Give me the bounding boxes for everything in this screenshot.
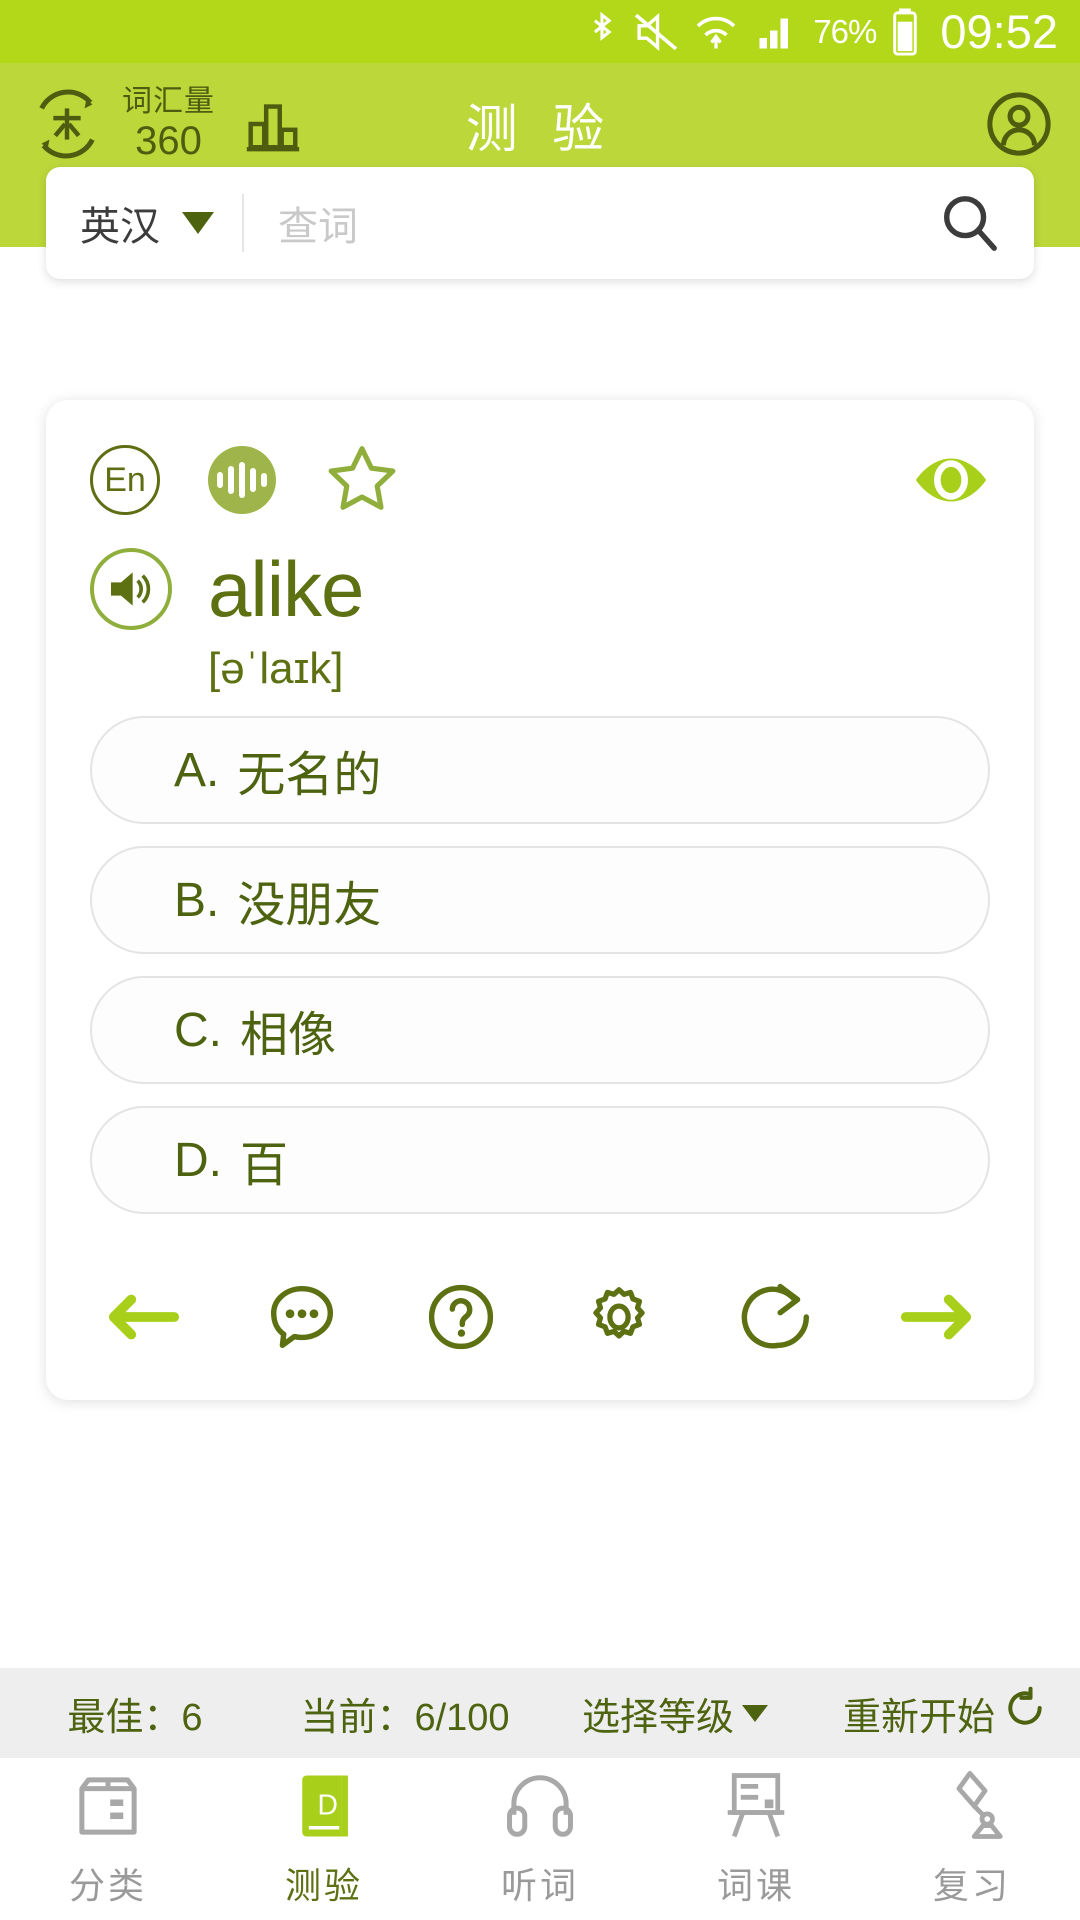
language-selector[interactable]: 英汉 xyxy=(46,194,244,252)
vocabulary-count: 360 xyxy=(135,119,202,163)
search-bar[interactable]: 英汉 查词 xyxy=(46,167,1034,279)
option-a[interactable]: A. 无名的 xyxy=(90,716,990,824)
restart-label: 重新开始 xyxy=(842,1696,995,1739)
nav-label-quiz: 测验 xyxy=(284,1865,363,1906)
sidebar-item-lessons[interactable]: 词课 xyxy=(648,1769,864,1909)
sidebar-item-review[interactable]: 复习 xyxy=(864,1769,1080,1909)
eye-icon[interactable] xyxy=(912,453,990,507)
option-a-text: 无名的 xyxy=(237,749,382,802)
wifi-icon xyxy=(693,11,739,53)
headphones-icon xyxy=(503,1769,577,1843)
option-c[interactable]: C. 相像 xyxy=(90,976,990,1084)
waveform-icon[interactable] xyxy=(208,446,276,514)
quiz-word: alike xyxy=(208,545,364,633)
star-outline-icon[interactable] xyxy=(324,442,400,518)
current-score-text: 当前：6/100 xyxy=(300,1696,510,1739)
option-d[interactable]: D. 百 xyxy=(90,1106,990,1214)
easel-icon xyxy=(719,1769,793,1843)
word-row: alike xyxy=(90,548,990,630)
battery-icon xyxy=(890,7,920,57)
speaker-icon[interactable] xyxy=(90,548,172,630)
option-b[interactable]: B. 没朋友 xyxy=(90,846,990,954)
quiz-book-icon: D xyxy=(287,1769,361,1843)
option-d-key: D. xyxy=(174,1133,222,1187)
card-action-toolbar xyxy=(90,1258,990,1374)
app-logo-icon[interactable] xyxy=(28,85,106,163)
quiz-card: En alike [əˈlaɪk] A. 无名的 B. 没朋友 C. 相像 D.… xyxy=(46,400,1034,1400)
svg-text:D: D xyxy=(317,1789,337,1821)
nav-label-listening: 听词 xyxy=(500,1865,579,1906)
bar-chart-icon[interactable] xyxy=(241,93,303,155)
share-icon[interactable] xyxy=(739,1278,817,1356)
next-arrow-icon[interactable] xyxy=(898,1278,976,1356)
restart-button[interactable]: 重新开始 xyxy=(810,1686,1080,1741)
bluetooth-icon xyxy=(585,10,619,54)
desk-lamp-icon xyxy=(935,1769,1009,1843)
best-score-text: 最佳：6 xyxy=(67,1696,203,1739)
battery-percent: 76% xyxy=(813,12,877,50)
vocabulary-counter[interactable]: 词汇量 360 xyxy=(122,85,215,163)
sidebar-item-quiz[interactable]: D 测验 xyxy=(216,1769,432,1909)
phonetic-transcription: [əˈlaɪk] xyxy=(208,644,344,693)
current-score: 当前：6/100 xyxy=(270,1686,540,1741)
best-score: 最佳：6 xyxy=(0,1686,270,1741)
vocabulary-label: 词汇量 xyxy=(122,85,215,118)
help-icon[interactable] xyxy=(422,1278,500,1356)
mute-icon xyxy=(633,12,679,52)
level-selector-label: 选择等级 xyxy=(581,1696,734,1739)
option-c-text: 相像 xyxy=(240,1009,337,1062)
settings-icon[interactable] xyxy=(580,1278,658,1356)
nav-label-review: 复习 xyxy=(932,1865,1011,1906)
sidebar-item-listening[interactable]: 听词 xyxy=(432,1769,648,1909)
status-bar: 76% 09:52 xyxy=(0,0,1080,63)
signal-icon xyxy=(753,11,799,53)
language-badge[interactable]: En xyxy=(90,445,160,515)
chevron-down-icon xyxy=(742,1704,768,1722)
bottom-navigation: 分类 D 测验 听词 词课 复习 xyxy=(0,1758,1080,1920)
option-b-key: B. xyxy=(174,873,220,927)
sidebar-item-category[interactable]: 分类 xyxy=(0,1769,216,1909)
option-d-text: 百 xyxy=(240,1139,289,1192)
account-icon[interactable] xyxy=(986,91,1052,157)
nav-label-lessons: 词课 xyxy=(716,1865,795,1906)
restart-icon xyxy=(1003,1686,1047,1740)
level-selector[interactable]: 选择等级 xyxy=(540,1686,810,1741)
category-box-icon xyxy=(71,1769,145,1843)
comment-icon[interactable] xyxy=(263,1278,341,1356)
search-area: 英汉 查词 xyxy=(0,167,1080,295)
card-toolbar: En xyxy=(90,438,990,522)
language-label: 英汉 xyxy=(80,205,160,249)
clock-time: 09:52 xyxy=(940,5,1058,58)
stats-bar: 最佳：6 当前：6/100 选择等级 重新开始 xyxy=(0,1668,1080,1758)
chevron-down-icon xyxy=(182,212,214,234)
search-input[interactable]: 查词 xyxy=(244,194,938,252)
search-icon[interactable] xyxy=(938,192,1000,254)
option-c-key: C. xyxy=(174,1003,222,1057)
option-b-text: 没朋友 xyxy=(237,879,382,932)
nav-label-category: 分类 xyxy=(68,1865,147,1906)
option-a-key: A. xyxy=(174,743,220,797)
answer-options: A. 无名的 B. 没朋友 C. 相像 D. 百 xyxy=(90,716,990,1214)
prev-arrow-icon[interactable] xyxy=(104,1278,182,1356)
